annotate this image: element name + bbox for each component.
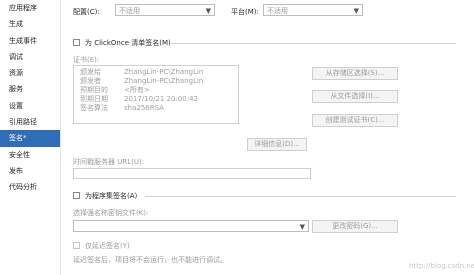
select-from-store-button[interactable]: 从存储区选择(S)...	[312, 67, 398, 80]
details-button[interactable]: 详细信息(D)...	[247, 138, 307, 151]
platform-value: 不适用	[267, 7, 288, 15]
sidebar-item[interactable]: 生成	[0, 16, 60, 32]
delay-sign-note: 延迟签名后，项目将不会运行，也不能进行调试。	[73, 256, 227, 264]
sidebar-item[interactable]: 资源	[0, 65, 60, 81]
platform-dropdown[interactable]: 不适用 ▼	[263, 4, 363, 16]
divider	[171, 43, 456, 44]
sidebar-item[interactable]: 引用路径	[0, 114, 60, 130]
timestamp-url-input[interactable]	[73, 168, 311, 179]
create-test-cert-button[interactable]: 创建测试证书(C)...	[312, 114, 398, 127]
sidebar-item[interactable]: 签名*	[0, 130, 60, 147]
config-value: 不适用	[119, 7, 140, 15]
chevron-down-icon: ▼	[205, 7, 211, 15]
sidebar-item[interactable]: 设置	[0, 98, 60, 114]
sidebar: 应用程序 生成 生成事件 调试 资源 服务 设置 引用路径 签名* 安全性 发布 代码分析	[0, 0, 61, 275]
sidebar-item[interactable]: 代码分析	[0, 179, 60, 195]
config-label: 配置(C):	[73, 8, 100, 16]
sidebar-item[interactable]: 应用程序	[0, 0, 60, 16]
divider	[145, 196, 456, 197]
config-dropdown[interactable]: 不适用 ▼	[115, 4, 215, 16]
clickonce-label[interactable]: 为 ClickOnce 清单签名(M)	[85, 38, 171, 48]
timestamp-label: 时间戳服务器 URL(U):	[73, 158, 145, 166]
cert-label: 证书(E):	[73, 56, 100, 64]
delay-sign-label[interactable]: 仅延迟签名(Y)	[85, 241, 130, 251]
cert-purpose: 预期目的 <所有>	[80, 86, 150, 94]
chevron-down-icon: ▼	[353, 7, 359, 15]
assembly-sign-label[interactable]: 为程序集签名(A)	[85, 191, 137, 201]
sidebar-item[interactable]: 发布	[0, 163, 60, 179]
signing-page: 配置(C): 不适用 ▼ 平台(M): 不适用 ▼ 为 ClickOnce 清单…	[61, 0, 474, 275]
cert-expires: 到期日期 2017/10/21 20:00:42	[80, 95, 199, 103]
sidebar-item[interactable]: 安全性	[0, 147, 60, 163]
change-password-button[interactable]: 更改密码(G)...	[312, 220, 398, 233]
clickonce-checkbox[interactable]	[73, 39, 80, 46]
platform-label: 平台(M):	[231, 8, 259, 16]
certificate-info-box: 颁发给 ZhangLin-PC\ZhangLin 颁发者 ZhangLin-PC\Z…	[73, 65, 239, 124]
cert-issued-by: 颁发者 ZhangLin-PC\ZhangLin	[80, 77, 204, 85]
sidebar-item[interactable]: 生成事件	[0, 33, 60, 49]
sidebar-item[interactable]: 调试	[0, 49, 60, 65]
keyfile-dropdown[interactable]: ▼	[73, 220, 309, 232]
cert-issued-to: 颁发给 ZhangLin-PC\ZhangLin	[80, 68, 204, 76]
sidebar-item[interactable]: 服务	[0, 81, 60, 97]
chevron-down-icon: ▼	[299, 223, 305, 231]
select-from-file-button[interactable]: 从文件选择(I)...	[312, 90, 398, 103]
keyfile-label: 选择强名称密钥文件(K):	[73, 209, 149, 217]
watermark: http://blog.csdn.net/	[409, 262, 474, 270]
assembly-sign-checkbox[interactable]	[73, 192, 80, 199]
delay-sign-checkbox[interactable]	[73, 242, 80, 249]
cert-algorithm: 签名算法 sha256RSA	[80, 104, 164, 112]
